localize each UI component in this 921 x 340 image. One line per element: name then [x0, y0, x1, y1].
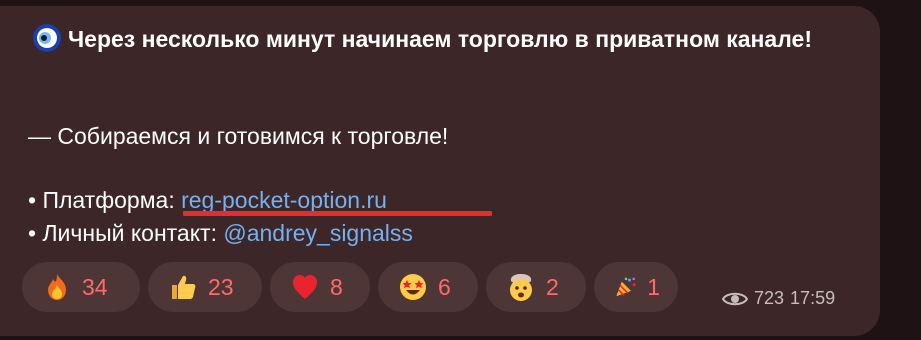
- reaction-exploding-head[interactable]: 2: [486, 262, 586, 312]
- reaction-heart[interactable]: 8: [270, 262, 370, 312]
- message-meta: 723 17:59: [722, 288, 835, 309]
- heart-emoji-icon: [293, 275, 317, 299]
- message-title: Через несколько минут начинаем торговлю …: [32, 22, 852, 56]
- platform-link[interactable]: reg-pocket-option.ru: [181, 187, 387, 213]
- contact-label: • Личный контакт:: [28, 220, 224, 246]
- reaction-count: 34: [82, 273, 108, 300]
- reaction-count: 23: [208, 273, 234, 300]
- reaction-count: 2: [546, 273, 559, 300]
- views-count: 723: [754, 288, 785, 308]
- reaction-party-popper[interactable]: 1: [594, 262, 678, 312]
- reaction-thumbs-up[interactable]: 23: [148, 262, 262, 312]
- message-bubble-tail: [0, 300, 14, 330]
- reaction-fire[interactable]: 34: [22, 262, 140, 312]
- reactions-bar: 34 23 8 6 2 1: [22, 262, 678, 312]
- message-time: 17:59: [790, 288, 836, 308]
- message-line-prepare: — Собираемся и готовимся к торговле!: [28, 123, 449, 149]
- party-popper-emoji-icon: [616, 277, 636, 297]
- reaction-star-struck[interactable]: 6: [378, 262, 478, 312]
- contact-handle-link[interactable]: @andrey_signalss: [223, 220, 413, 246]
- thumbs-up-emoji-icon: [172, 275, 196, 299]
- message-line-contact: • Личный контакт: @andrey_signalss: [28, 216, 413, 250]
- platform-label: • Платформа:: [28, 187, 182, 213]
- star-struck-emoji-icon: [400, 274, 426, 300]
- reaction-count: 6: [438, 273, 451, 300]
- views-eye-icon: [722, 292, 748, 305]
- fire-emoji-icon: [48, 274, 66, 300]
- eye-emoji-icon: [33, 24, 61, 52]
- reaction-count: 1: [647, 273, 660, 300]
- message-title-text: Через несколько минут начинаем торговлю …: [68, 26, 812, 52]
- exploding-head-emoji-icon: [510, 274, 532, 301]
- reaction-count: 8: [330, 273, 343, 300]
